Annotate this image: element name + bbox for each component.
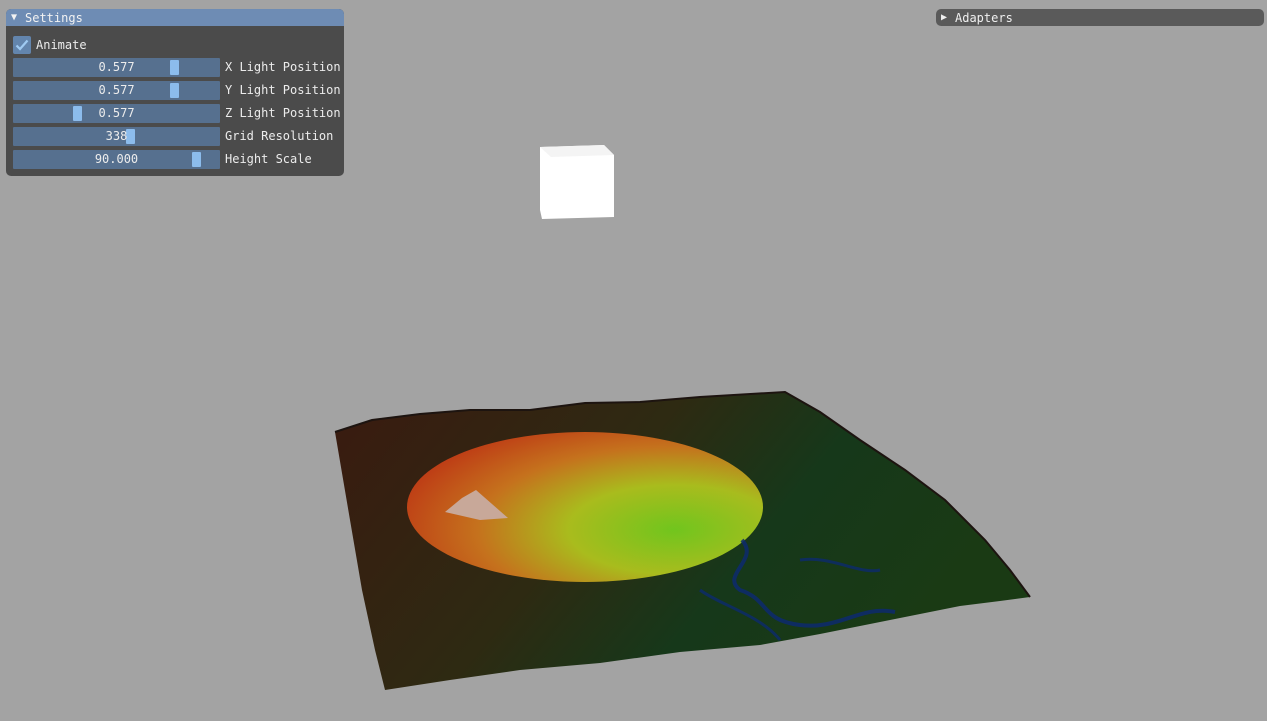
3d-viewport[interactable]: ▼ Settings Animate 0.577 X Light Positio… bbox=[0, 0, 1267, 721]
collapse-arrow-down-icon[interactable]: ▼ bbox=[11, 12, 25, 23]
terrain-mesh bbox=[334, 390, 1031, 690]
slider-label: Z Light Position bbox=[225, 106, 341, 120]
y-light-position-slider[interactable]: 0.577 bbox=[13, 81, 220, 100]
light-cube bbox=[540, 145, 614, 219]
adapters-title: Adapters bbox=[955, 10, 1013, 25]
slider-label: Y Light Position bbox=[225, 83, 341, 97]
y-light-position-row: 0.577 Y Light Position bbox=[13, 81, 343, 100]
height-scale-row: 90.000 Height Scale bbox=[13, 150, 343, 169]
animate-row: Animate bbox=[13, 35, 87, 54]
animate-label: Animate bbox=[36, 37, 87, 52]
adapters-window: ▶ Adapters bbox=[936, 9, 1264, 26]
z-light-position-row: 0.577 Z Light Position bbox=[13, 104, 343, 123]
slider-grab-handle[interactable] bbox=[73, 106, 82, 121]
slider-label: X Light Position bbox=[225, 60, 341, 74]
settings-title: Settings bbox=[25, 10, 83, 25]
checkmark-icon bbox=[15, 39, 29, 51]
slider-value: 90.000 bbox=[94, 152, 139, 166]
height-scale-slider[interactable]: 90.000 bbox=[13, 150, 220, 169]
slider-grab-handle[interactable] bbox=[170, 60, 179, 75]
slider-value: 0.577 bbox=[98, 106, 135, 120]
slider-value: 0.577 bbox=[98, 60, 135, 74]
x-light-position-slider[interactable]: 0.577 bbox=[13, 58, 220, 77]
slider-label: Grid Resolution bbox=[225, 129, 334, 143]
slider-label: Height Scale bbox=[225, 152, 312, 166]
x-light-position-row: 0.577 X Light Position bbox=[13, 58, 343, 77]
settings-titlebar[interactable]: ▼ Settings bbox=[6, 9, 344, 26]
slider-value: 338 bbox=[105, 129, 128, 143]
slider-grab-handle[interactable] bbox=[126, 129, 135, 144]
grid-resolution-slider[interactable]: 338 bbox=[13, 127, 220, 146]
expand-arrow-right-icon[interactable]: ▶ bbox=[941, 12, 955, 23]
slider-grab-handle[interactable] bbox=[192, 152, 201, 167]
grid-resolution-row: 338 Grid Resolution bbox=[13, 127, 343, 146]
animate-checkbox[interactable] bbox=[13, 35, 31, 54]
slider-grab-handle[interactable] bbox=[170, 83, 179, 98]
settings-window: ▼ Settings Animate 0.577 X Light Positio… bbox=[6, 9, 344, 176]
slider-value: 0.577 bbox=[98, 83, 135, 97]
z-light-position-slider[interactable]: 0.577 bbox=[13, 104, 220, 123]
adapters-titlebar[interactable]: ▶ Adapters bbox=[936, 9, 1264, 26]
